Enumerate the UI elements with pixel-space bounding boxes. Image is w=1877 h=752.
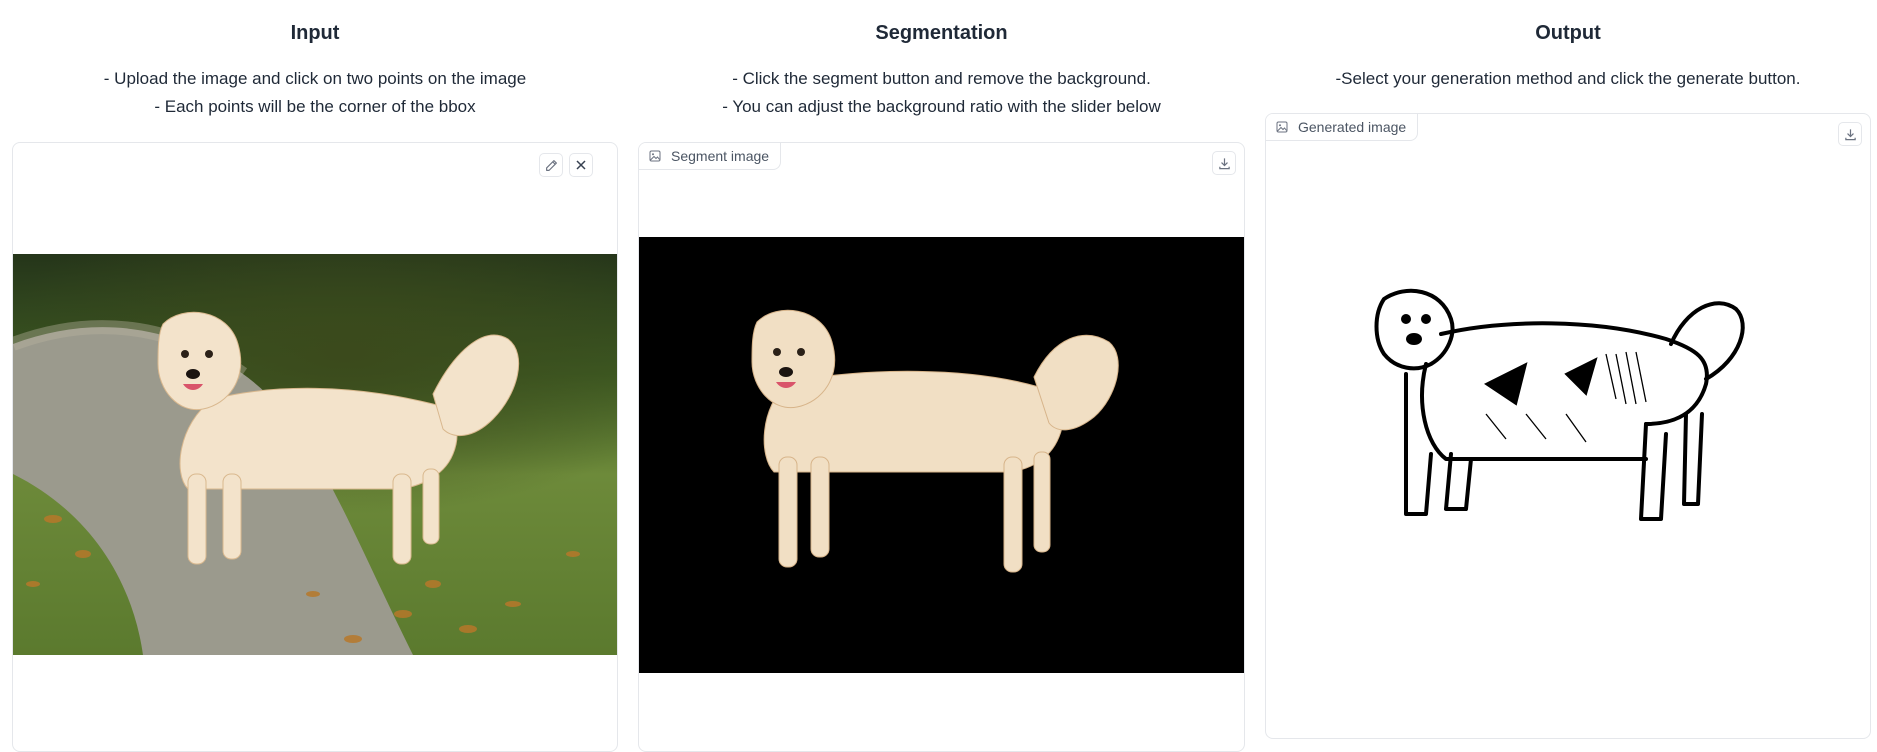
output-column: Output -Select your generation method an… [1265,0,1871,743]
output-desc-line-1: -Select your generation method and click… [1335,69,1801,88]
segmentation-description: - Click the segment button and remove th… [638,65,1245,121]
segmented-dog-illustration [751,309,1119,573]
segment-image-label-text: Segment image [671,148,770,164]
dog-photo-illustration [13,311,580,655]
output-description: -Select your generation method and click… [1265,65,1871,93]
input-column: Input - Upload the image and click on tw… [12,0,618,752]
segmentation-desc-line-1: - Click the segment button and remove th… [732,69,1151,88]
generated-sketch-image [1266,264,1870,564]
download-icon [1844,128,1856,140]
input-title: Input [290,22,340,44]
download-icon [1218,157,1230,169]
download-button[interactable] [1838,122,1862,146]
segmentation-desc-line-2: - You can adjust the background ratio wi… [722,97,1161,116]
input-image-panel[interactable] [12,142,618,752]
input-desc-line-2: - Each points will be the corner of the … [154,97,476,116]
image-icon [1276,121,1288,133]
input-description: - Upload the image and click on two poin… [12,65,618,121]
segmented-dog-image [639,237,1244,673]
segmentation-title: Segmentation [875,22,1008,44]
close-icon [576,160,586,170]
edit-button[interactable] [539,153,563,177]
output-title: Output [1535,22,1601,44]
segment-image-label: Segment image [639,143,782,170]
segmentation-column: Segmentation - Click the segment button … [638,0,1245,752]
pencil-icon [545,159,557,171]
input-desc-line-1: - Upload the image and click on two poin… [103,69,527,88]
input-dog-photo[interactable] [13,254,617,655]
dog-sketch-illustration [1374,288,1745,521]
image-icon [649,150,661,162]
download-button[interactable] [1212,151,1236,175]
generated-image-label: Generated image [1266,114,1419,141]
generated-image-panel: Generated image [1265,113,1871,739]
clear-button[interactable] [569,153,593,177]
segment-image-panel: Segment image [638,142,1245,752]
generated-image-label-text: Generated image [1298,119,1407,135]
